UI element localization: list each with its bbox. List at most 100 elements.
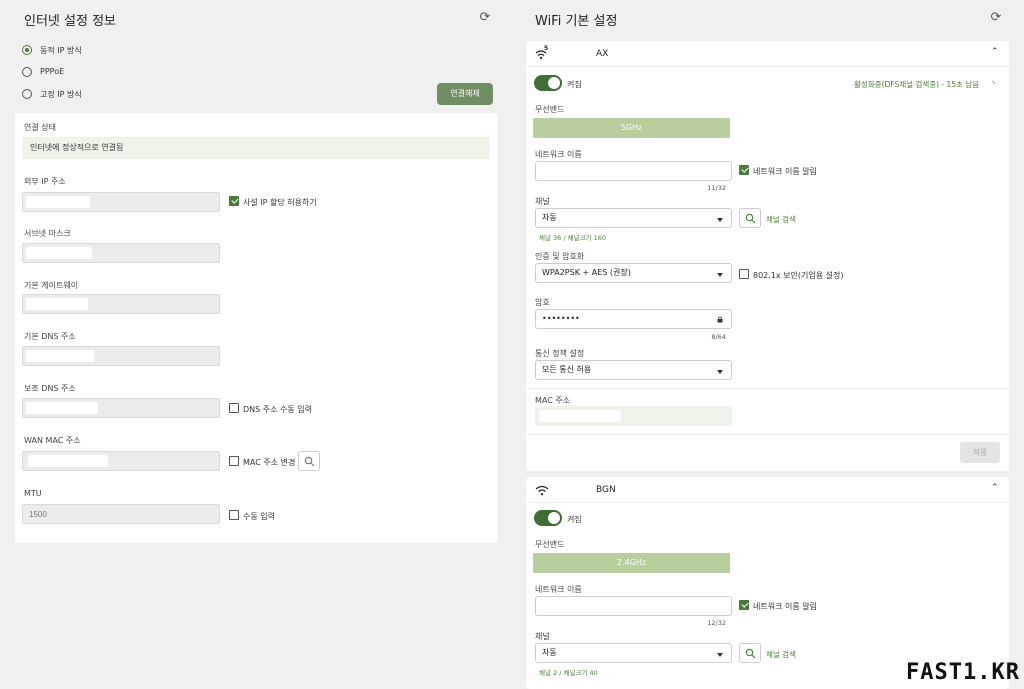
wifi-ax-channel-hint: 채널 36 / 채널크기 160 [539,234,607,242]
checkbox-unchecked-icon[interactable] [229,456,239,466]
divider [526,434,1009,435]
wifi-bgn-ssid-broadcast-checkbox[interactable]: 네트워크 이름 알림 [739,600,829,612]
radio-pppoe-label: PPPoE [40,67,65,76]
disconnect-button[interactable]: 연결해제 [437,83,493,105]
wifi-ax-ssid-broadcast-checkbox[interactable]: 네트워크 이름 알림 [739,165,829,177]
wifi-ax-toggle-label: 켜짐 [567,80,582,89]
checkbox-checked-icon[interactable] [739,165,749,175]
gateway-field [22,294,220,314]
wifi-ax-mac-field [535,406,732,426]
wifi-settings-title: WiFi 기본 설정 [535,14,618,29]
wifi-ax-channel-search-label[interactable]: 채널 검색 [766,214,796,225]
lock-icon [717,316,723,323]
private-ip-label: 사설 IP 할당 허용하기 [243,198,317,207]
private-ip-checkbox[interactable]: 사설 IP 할당 허용하기 [229,196,349,208]
checkbox-checked-icon[interactable] [229,196,239,206]
wifi-ax-policy-select[interactable]: 모든 통신 허용 [535,360,732,380]
chevron-down-icon [717,370,723,374]
wifi-ax-ssid-broadcast-label: 네트워크 이름 알림 [753,167,817,176]
search-icon [304,456,315,467]
wan-ip-field [22,192,220,212]
wifi-ax-name: AX [596,49,609,59]
dns2-field [22,398,220,418]
wifi-bgn-toggle[interactable] [534,510,562,526]
chevron-up-icon[interactable]: ⌃ [991,483,999,493]
wifi-bgn-channel-search-button[interactable] [739,643,761,663]
chevron-up-icon[interactable]: ⌃ [991,47,999,57]
wifi-ax-apply-button[interactable]: 적용 [960,442,1000,463]
search-icon [745,648,756,659]
wifi-ax-enterprise-checkbox[interactable]: 802.1x 보안(기업용 설정) [739,269,849,281]
dns1-label: 기본 DNS 주소 [24,332,76,341]
dns-manual-checkbox[interactable]: DNS 주소 수동 입력 [229,403,349,415]
internet-refresh-icon[interactable]: ⟳ [478,11,492,25]
checkbox-unchecked-icon[interactable] [229,510,239,520]
conn-status-label: 연결 상태 [24,123,56,132]
radio-on-icon[interactable] [22,45,32,55]
radio-off-icon[interactable] [22,89,32,99]
wifi-bgn-channel-value: 자동 [542,648,557,657]
divider [526,388,1009,389]
wifi-ax-band-value[interactable]: 5GHz [533,118,730,138]
wifi-ax-policy-value: 모든 통신 허용 [542,365,592,374]
wifi-ax-ssid-label: 네트워크 이름 [535,150,582,159]
wifi-ax-password-value: •••••••• [542,314,580,323]
wifi-ax-auth-label: 인증 및 암호화 [535,252,585,261]
wifi-bgn-channel-search-label[interactable]: 채널 검색 [766,649,796,660]
wifi-band-badge: 5 [544,45,549,52]
wifi-refresh-icon[interactable]: ⟳ [989,11,1003,25]
search-icon [745,213,756,224]
subnet-field [22,243,220,263]
mtu-input[interactable] [22,504,220,524]
chevron-down-icon [717,653,723,657]
dns-manual-label: DNS 주소 수동 입력 [243,405,313,414]
wifi-bgn-ssid-input[interactable] [535,596,732,616]
internet-info-card [15,113,498,543]
wifi-bgn-ssid-counter: 12/32 [707,619,726,627]
wifi-ax-password-input[interactable]: •••••••• [535,309,732,329]
wifi-ax-enterprise-label: 802.1x 보안(기업용 설정) [753,271,844,280]
wifi-bgn-header[interactable]: BGN ⌃ [526,477,1009,503]
wifi-ax-channel-select[interactable]: 자동 [535,208,732,228]
wifi-ax-channel-label: 채널 [535,197,550,206]
wifi-bgn-ssid-label: 네트워크 이름 [535,585,582,594]
mac-change-label: MAC 주소 변경 [243,458,296,467]
wifi-ax-auth-select[interactable]: WPA2PSK + AES (권장) [535,263,732,283]
wifi-ax-ssid-input[interactable] [535,161,732,181]
radio-static-ip[interactable]: 고정 IP 방식 [22,88,222,100]
radio-dynamic-ip[interactable]: 동적 IP 방식 [22,44,222,56]
wifi-bgn-channel-label: 채널 [535,632,550,641]
wifi-ax-auth-value: WPA2PSK + AES (권장) [542,268,631,277]
radio-static-ip-label: 고정 IP 방식 [40,90,82,99]
wifi-bgn-ssid-broadcast-label: 네트워크 이름 알림 [753,602,817,611]
wifi-bgn-band-value[interactable]: 2.4GHz [533,553,730,573]
dns1-field [22,346,220,366]
radio-pppoe[interactable]: PPPoE [22,66,222,78]
checkbox-checked-icon[interactable] [739,600,749,610]
mac-change-checkbox[interactable]: MAC 주소 변경 [229,456,299,468]
wifi-ax-password-label: 암호 [535,298,550,307]
wifi-ax-policy-label: 통신 정책 설정 [535,349,585,358]
checkbox-unchecked-icon[interactable] [739,269,749,279]
masked-value [28,455,108,467]
wan-mac-label: WAN MAC 주소 [24,436,81,445]
wifi-ax-channel-value: 자동 [542,213,557,222]
wifi-bgn-channel-select[interactable]: 자동 [535,643,732,663]
mac-search-button[interactable] [298,451,320,471]
internet-settings-title: 인터넷 설정 정보 [24,14,116,29]
masked-value [26,247,92,259]
wifi-icon [535,485,549,496]
mtu-manual-label: 수동 입력 [243,512,275,521]
wifi-ax-status: 활성화중(DFS채널 검색중) - 15초 남음 [854,80,980,89]
radio-dynamic-ip-label: 동적 IP 방식 [40,46,82,55]
wifi-ax-mac-label: MAC 주소 [535,396,571,405]
mtu-manual-checkbox[interactable]: 수동 입력 [229,510,289,522]
wifi-ax-header[interactable]: 5 AX ⌃ [526,41,1009,67]
checkbox-unchecked-icon[interactable] [229,403,239,413]
radio-off-icon[interactable] [22,67,32,77]
wifi-ax-channel-search-button[interactable] [739,208,761,228]
wifi-bgn-name: BGN [596,485,616,495]
wan-ip-label: 외부 IP 주소 [24,177,66,186]
wifi-ax-toggle[interactable] [534,75,562,91]
wifi-bgn-band-label: 무선밴드 [535,540,565,549]
